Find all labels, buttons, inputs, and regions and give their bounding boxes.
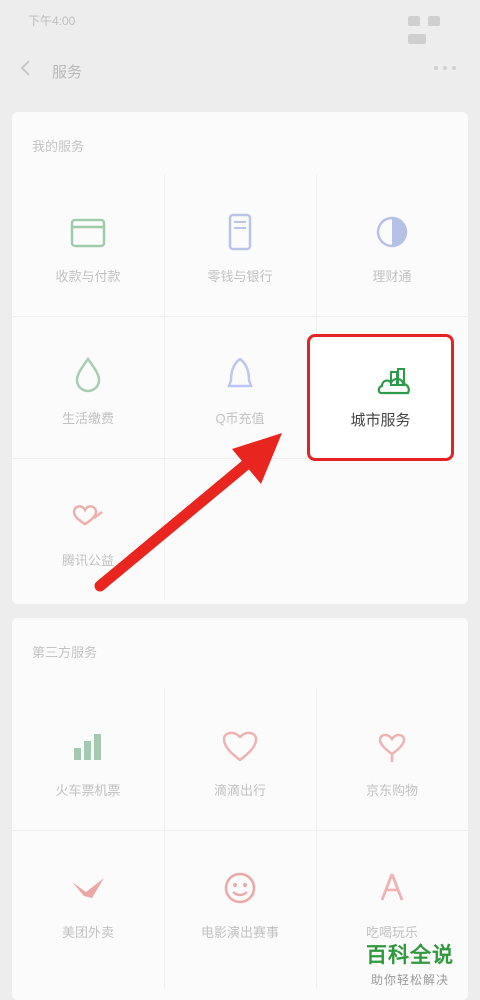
status-time: 下午4:00	[28, 14, 76, 28]
heart-ribbon-icon	[378, 733, 406, 762]
service-label: 生活缴费	[61, 411, 114, 426]
nav-bar: 服务	[0, 44, 480, 96]
service-label: Q币充值	[215, 411, 265, 426]
back-arrow-icon[interactable]	[16, 58, 36, 78]
city-icon	[377, 368, 410, 395]
wallet-icon	[70, 218, 106, 248]
service-balance[interactable]: 零钱与银行	[164, 174, 316, 316]
service-label: 理财通	[372, 269, 412, 284]
service-label: 电影演出赛事	[200, 925, 279, 940]
watermark-title: 百科全说	[366, 944, 454, 967]
watermark-subtitle: 助你轻松解决	[370, 973, 449, 987]
status-icons	[404, 12, 460, 44]
chart-icon	[74, 734, 101, 760]
service-charity[interactable]: 腾讯公益	[12, 458, 164, 600]
service-meituan[interactable]: 美团外卖	[12, 830, 164, 972]
face-icon	[224, 872, 256, 904]
service-wallet[interactable]: 收款与付款	[12, 174, 164, 316]
watermark-logo: 百科全说 助你轻松解决	[354, 939, 466, 988]
bird-icon	[72, 878, 104, 898]
drop-icon	[75, 356, 101, 393]
phone-card-icon	[228, 213, 252, 251]
service-label: 城市服务	[350, 412, 411, 429]
wifi-icon	[428, 15, 441, 26]
section-title: 我的服务	[32, 139, 85, 154]
service-train-flight[interactable]: 火车票机票	[12, 688, 164, 830]
service-label: 美团外卖	[61, 925, 114, 940]
service-label: 火车票机票	[55, 783, 121, 798]
section-title: 第三方服务	[32, 645, 98, 660]
bell-icon	[227, 357, 253, 388]
service-wealth[interactable]: 理财通	[316, 174, 468, 316]
service-label: 腾讯公益	[61, 553, 114, 568]
heart-hand-icon	[72, 505, 103, 526]
service-label: 京东购物	[365, 783, 418, 798]
heart-icon	[222, 731, 258, 762]
service-label: 滴滴出行	[213, 783, 266, 798]
service-didi[interactable]: 滴滴出行	[164, 688, 316, 830]
service-jd[interactable]: 京东购物	[316, 688, 468, 830]
signal-icon	[408, 15, 420, 26]
more-icon[interactable]	[434, 66, 462, 72]
service-qcoin[interactable]: Q币充值	[164, 316, 316, 458]
service-label: 收款与付款	[55, 269, 121, 284]
service-bills[interactable]: 生活缴费	[12, 316, 164, 458]
service-city-services[interactable]: 城市服务	[307, 334, 454, 461]
battery-icon	[408, 33, 426, 44]
hand-icon	[380, 873, 404, 901]
moon-coin-icon	[376, 216, 408, 248]
service-label: 零钱与银行	[207, 269, 273, 284]
service-movies[interactable]: 电影演出赛事	[164, 830, 316, 972]
status-bar: 下午4:00	[0, 0, 480, 44]
page-title: 服务	[52, 64, 83, 81]
